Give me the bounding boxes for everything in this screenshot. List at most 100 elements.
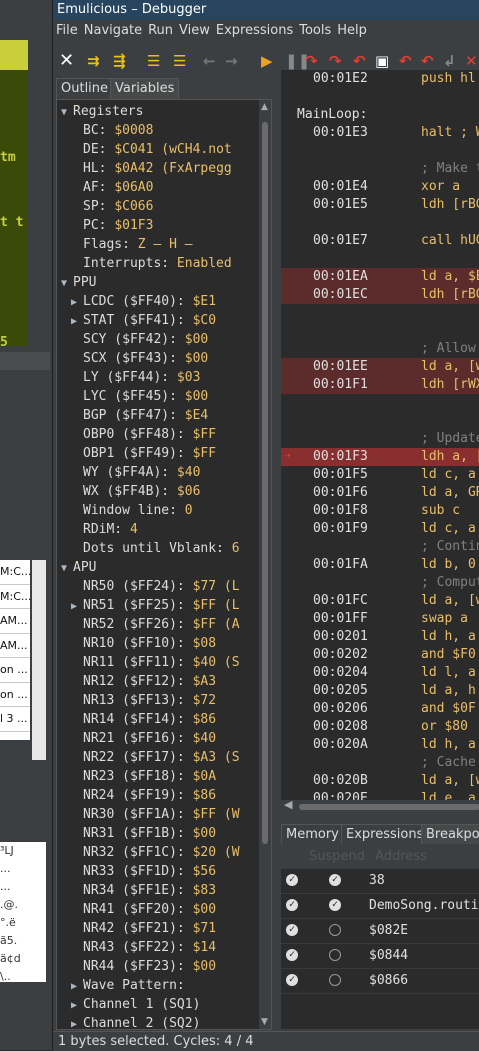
chevron-right-icon[interactable]: ▶: [71, 996, 83, 1015]
list-item[interactable]: AM...: [0, 609, 30, 634]
run-to-cursor-icon[interactable]: ▣: [375, 52, 389, 70]
tree-row[interactable]: PC: $01F3: [71, 216, 153, 235]
code-line[interactable]: [281, 412, 479, 430]
chevron-right-icon[interactable]: ▶: [71, 312, 83, 331]
menu-view[interactable]: View: [176, 23, 213, 38]
code-horizontal-scrollbar[interactable]: ◀: [281, 798, 479, 814]
tree-row[interactable]: NR52 ($FF26): $FF (A: [71, 615, 240, 634]
code-line[interactable]: 00:01EC ldh [rBG: [281, 286, 479, 304]
menu-help[interactable]: Help: [334, 23, 370, 38]
code-label[interactable]: MainLoop:: [281, 106, 479, 124]
code-line[interactable]: 00:01EE ld a, [w: [281, 358, 479, 376]
enabled-checkbox[interactable]: ✓: [286, 874, 298, 886]
tree-row[interactable]: RDiM: 4: [71, 520, 138, 539]
code-line[interactable]: 00:0206 and $0F: [281, 700, 479, 718]
scroll-up-icon[interactable]: ▲: [261, 102, 268, 112]
tab-variables[interactable]: Variables: [110, 78, 180, 99]
tree-row[interactable]: NR24 ($FF19): $86: [71, 786, 216, 805]
column-header-address[interactable]: Address: [375, 849, 427, 864]
list-icon[interactable]: ☰: [147, 52, 160, 70]
tree-section-apu[interactable]: ▼ APU: [61, 558, 96, 577]
tree-row[interactable]: Window line: 0: [71, 501, 193, 520]
code-line[interactable]: 00:0201 ld h, a: [281, 628, 479, 646]
tab-expressions[interactable]: Expressions: [341, 824, 429, 845]
list-item[interactable]: on ...: [0, 683, 30, 707]
code-line[interactable]: 00:01E3 halt ; W: [281, 124, 479, 142]
scrollbar-thumb[interactable]: [299, 804, 479, 810]
code-line[interactable]: ➝ 00:01F3 ldh a, [: [281, 448, 479, 466]
tree-row[interactable]: OBP0 ($FF48): $FF: [71, 425, 216, 444]
enabled-checkbox[interactable]: ✓: [286, 899, 298, 911]
suspend-checkbox[interactable]: [329, 924, 341, 936]
code-line[interactable]: 00:020E ld e, a: [281, 790, 479, 800]
code-comment[interactable]: ; Update: [281, 430, 479, 448]
code-comment[interactable]: ; Comput: [281, 574, 479, 592]
step-back-icon[interactable]: ↶: [399, 52, 412, 70]
column-header-suspend[interactable]: Suspend: [309, 849, 365, 864]
breakpoints-table[interactable]: Suspend Address ✓ ✓ 38 ✓ ✓ DemoSong.routi ✓ $08…: [281, 844, 479, 1029]
code-line[interactable]: 00:01F9 ld c, a: [281, 520, 479, 538]
chevron-right-icon[interactable]: ▶: [71, 293, 83, 312]
tree-row[interactable]: BGP ($FF47): $E4: [71, 406, 208, 425]
tree-row[interactable]: ▶ Channel 1 (SQ1): [71, 995, 200, 1014]
tree-row[interactable]: ▶ Channel 2 (SQ2): [71, 1014, 200, 1029]
step-into-icon[interactable]: ⇶: [113, 52, 126, 70]
code-line[interactable]: 00:01E5 ldh [rBG: [281, 196, 479, 214]
table-row[interactable]: ✓ $082E: [281, 919, 479, 944]
tree-row[interactable]: WY ($FF4A): $40: [71, 463, 200, 482]
tree-row[interactable]: NR43 ($FF22): $14: [71, 938, 216, 957]
code-line[interactable]: 00:0208 or $80: [281, 718, 479, 736]
tree-section-ppu[interactable]: ▼ PPU: [61, 273, 96, 292]
tree-row[interactable]: NR32 ($FF1C): $20 (W: [71, 843, 240, 862]
tree-row[interactable]: NR30 ($FF1A): $FF (W: [71, 805, 240, 824]
tree-row[interactable]: NR33 ($FF1D): $56: [71, 862, 216, 881]
tree-row[interactable]: NR34 ($FF1E): $83: [71, 881, 216, 900]
list-item[interactable]: M:C...: [0, 560, 30, 585]
code-line[interactable]: 00:0205 ld a, h: [281, 682, 479, 700]
code-line[interactable]: [281, 214, 479, 232]
menu-navigate[interactable]: Navigate: [81, 23, 145, 38]
variables-tree[interactable]: ▼ Registers BC: $0008 DE: $C041 (wCH4.not H…: [56, 99, 272, 1030]
code-line[interactable]: [281, 304, 479, 322]
chevron-down-icon[interactable]: ▼: [61, 103, 73, 122]
tree-row[interactable]: NR23 ($FF18): $0A: [71, 767, 216, 786]
code-line[interactable]: 00:01E4 xor a: [281, 178, 479, 196]
code-comment[interactable]: ; Allow: [281, 340, 479, 358]
menu-run[interactable]: Run: [145, 23, 176, 38]
tree-row[interactable]: NR13 ($FF13): $72: [71, 691, 216, 710]
tree-row[interactable]: OBP1 ($FF49): $FF: [71, 444, 216, 463]
tree-row[interactable]: SCX ($FF43): $00: [71, 349, 208, 368]
tab-outline[interactable]: Outline: [56, 78, 114, 99]
tree-row[interactable]: NR22 ($FF17): $A3 (S: [71, 748, 240, 767]
chevron-right-icon[interactable]: ▶: [71, 597, 83, 616]
frame-icon[interactable]: ↲: [443, 52, 456, 70]
scroll-down-icon[interactable]: ▼: [261, 1017, 268, 1027]
code-line[interactable]: 00:01FC ld a, [w: [281, 592, 479, 610]
table-row[interactable]: ✓ $0866: [281, 969, 479, 994]
tree-scrollbar[interactable]: ▲ ▼: [259, 100, 271, 1029]
table-row[interactable]: ✓ ✓ 38: [281, 869, 479, 894]
suspend-checkbox[interactable]: [329, 974, 341, 986]
tree-row[interactable]: NR14 ($FF14): $86: [71, 710, 216, 729]
tree-row[interactable]: Dots until Vblank: 6: [71, 539, 240, 558]
enabled-checkbox[interactable]: ✓: [286, 924, 298, 936]
tab-memory[interactable]: Memory: [281, 824, 344, 845]
enabled-checkbox[interactable]: ✓: [286, 974, 298, 986]
code-line[interactable]: 00:01FA ld b, 0: [281, 556, 479, 574]
code-line[interactable]: [281, 142, 479, 160]
list-item[interactable]: l 3 ...: [0, 707, 30, 732]
step-over-icon[interactable]: ⇉: [87, 52, 100, 70]
stop-icon[interactable]: ✕: [465, 52, 478, 70]
list-item[interactable]: M:C...: [0, 585, 30, 609]
code-line[interactable]: 00:01F8 sub c: [281, 502, 479, 520]
run-icon[interactable]: ▶: [261, 52, 273, 70]
tree-row[interactable]: NR10 ($FF10): $08: [71, 634, 216, 653]
tree-row[interactable]: WX ($FF4B): $06: [71, 482, 200, 501]
tree-row[interactable]: NR12 ($FF12): $A3: [71, 672, 216, 691]
disassembly-view[interactable]: 00:01E2 push hl MainLoop: 00:01E3 halt ; W ; …: [281, 70, 479, 800]
code-line[interactable]: 00:01FF swap a: [281, 610, 479, 628]
step-icon[interactable]: ↷: [329, 52, 342, 70]
tab-breakpoints[interactable]: Breakpoin: [421, 824, 479, 845]
tree-row[interactable]: ▶ Wave Pattern:: [71, 976, 185, 995]
code-line[interactable]: 00:01F1 ldh [rWX: [281, 376, 479, 394]
